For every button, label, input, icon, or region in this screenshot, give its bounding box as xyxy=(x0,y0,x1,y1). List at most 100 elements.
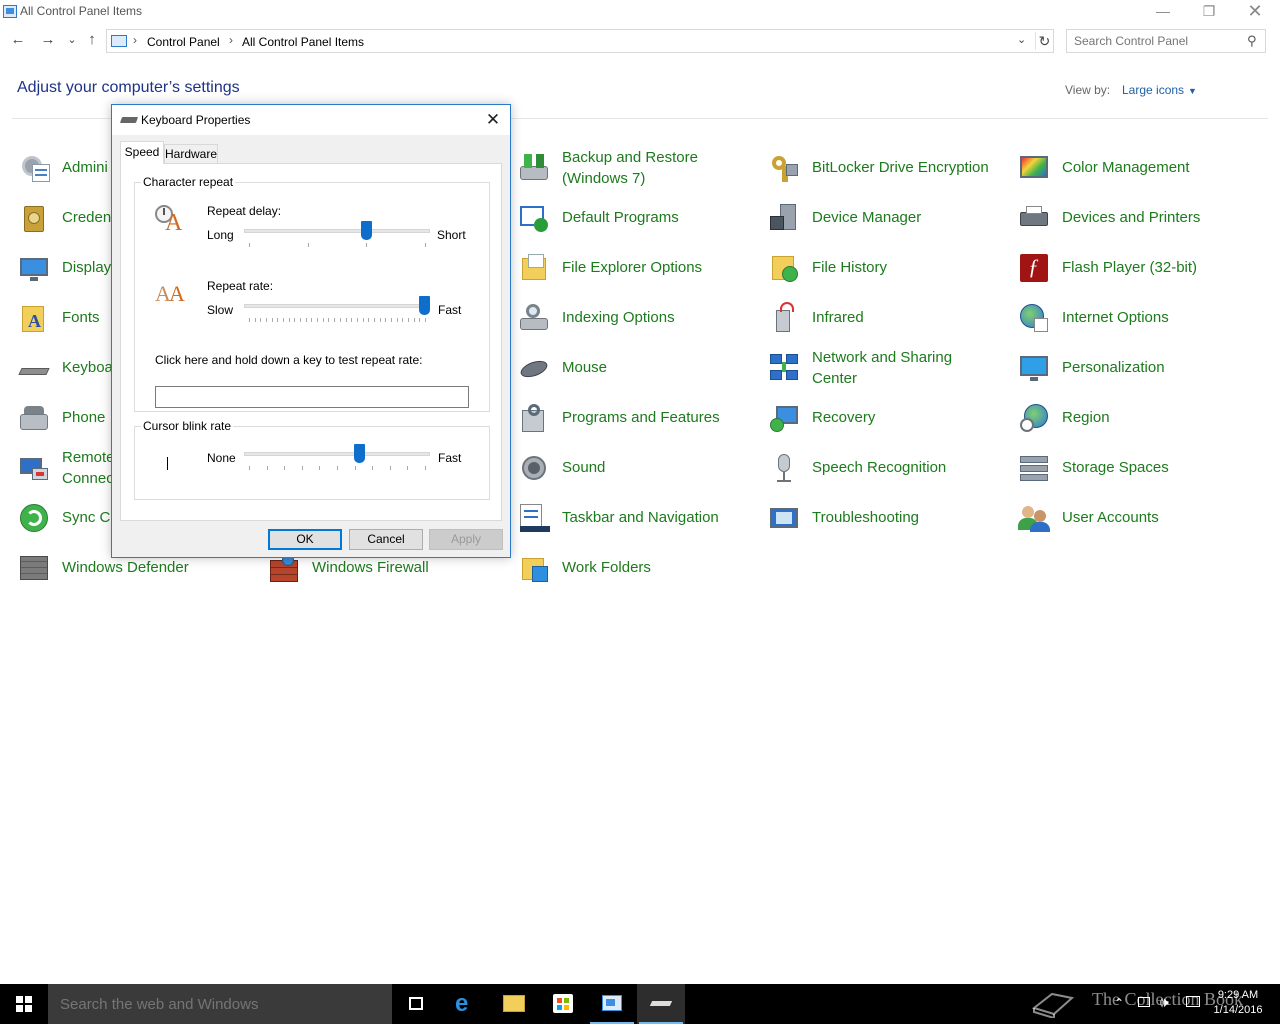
slider-thumb[interactable] xyxy=(354,444,365,463)
ok-button[interactable]: OK xyxy=(268,529,342,550)
window-title: All Control Panel Items xyxy=(20,4,143,18)
item-label: Windows Firewall xyxy=(312,559,429,576)
task-view-icon xyxy=(409,997,423,1010)
slider-tick xyxy=(266,318,267,322)
task-view-button[interactable] xyxy=(392,984,440,1024)
item-bitlocker[interactable]: BitLocker Drive Encryption xyxy=(768,146,1008,190)
sound-icon xyxy=(518,452,550,484)
slider-thumb[interactable] xyxy=(361,221,372,240)
view-by-dropdown[interactable]: Large icons ▼ xyxy=(1122,83,1197,97)
close-button[interactable]: ✕ xyxy=(1232,0,1278,24)
item-devices-printers[interactable]: Devices and Printers xyxy=(1018,196,1258,240)
item-taskbar-navigation[interactable]: Taskbar and Navigation xyxy=(518,496,758,540)
item-mouse[interactable]: Mouse xyxy=(518,346,758,390)
item-indexing-options[interactable]: Indexing Options xyxy=(518,296,758,340)
slider-track[interactable] xyxy=(244,452,430,456)
up-button[interactable]: ↑ xyxy=(82,30,102,50)
item-region[interactable]: Region xyxy=(1018,396,1258,440)
item-default-programs[interactable]: Default Programs xyxy=(518,196,758,240)
repeat-rate-slider[interactable] xyxy=(244,296,430,324)
edge-button[interactable]: e xyxy=(442,984,490,1024)
repeat-delay-slider[interactable] xyxy=(244,221,430,249)
item-label: Sound xyxy=(562,459,606,476)
keyboard-properties-taskbar-button[interactable] xyxy=(637,984,685,1024)
tab-speed[interactable]: Speed xyxy=(120,141,164,164)
refresh-button[interactable]: ↻ xyxy=(1035,32,1053,50)
repeat-delay-max-label: Short xyxy=(437,228,466,242)
device-manager-icon xyxy=(768,202,800,234)
control-panel-taskbar-button[interactable] xyxy=(588,984,636,1024)
slider-tick xyxy=(277,318,278,322)
breadcrumb-control-panel[interactable]: Control Panel xyxy=(147,35,220,49)
tab-hardware[interactable]: Hardware xyxy=(164,144,218,164)
taskbar-navigation-icon xyxy=(518,502,550,534)
network-icon[interactable] xyxy=(1138,997,1150,1007)
item-work-folders[interactable]: Work Folders xyxy=(518,546,758,590)
item-color-management[interactable]: Color Management xyxy=(1018,146,1258,190)
dialog-title: Keyboard Properties xyxy=(141,113,251,127)
search-input[interactable] xyxy=(1074,33,1244,49)
search-box[interactable]: ⚲ xyxy=(1066,29,1266,53)
navigation-bar: ← → ⌄ ↑ › Control Panel › All Control Pa… xyxy=(0,26,1280,54)
taskbar-clock[interactable]: 9:29 AM 1/14/2016 xyxy=(1200,988,1276,1018)
item-infrared[interactable]: Infrared xyxy=(768,296,1008,340)
slider-thumb[interactable] xyxy=(419,296,430,315)
cursor-blink-slider[interactable] xyxy=(244,444,430,472)
sync-center-icon xyxy=(18,502,50,534)
breadcrumb-all-items[interactable]: All Control Panel Items xyxy=(242,35,364,49)
item-storage-spaces[interactable]: Storage Spaces xyxy=(1018,446,1258,490)
item-speech-recognition[interactable]: Speech Recognition xyxy=(768,446,1008,490)
slider-tick xyxy=(346,318,347,322)
item-network-sharing[interactable]: Network and Sharing Center xyxy=(768,346,1008,390)
group-title: Character repeat xyxy=(141,175,236,189)
start-button[interactable] xyxy=(0,984,48,1024)
repeat-rate-max-label: Fast xyxy=(438,303,462,317)
cancel-button[interactable]: Cancel xyxy=(349,529,423,550)
file-explorer-button[interactable] xyxy=(490,984,538,1024)
item-internet-options[interactable]: Internet Options xyxy=(1018,296,1258,340)
slider-track[interactable] xyxy=(244,229,430,233)
minimize-button[interactable]: — xyxy=(1140,0,1186,24)
item-sound[interactable]: Sound xyxy=(518,446,758,490)
apply-button[interactable]: Apply xyxy=(429,529,503,550)
store-button[interactable] xyxy=(539,984,587,1024)
item-device-manager[interactable]: Device Manager xyxy=(768,196,1008,240)
item-file-explorer-options[interactable]: File Explorer Options xyxy=(518,246,758,290)
slider-tick xyxy=(366,243,367,247)
item-programs-features[interactable]: Programs and Features xyxy=(518,396,758,440)
remoteapp-icon xyxy=(18,452,50,484)
volume-icon[interactable]: 🕪 xyxy=(1160,994,1169,1011)
maximize-button[interactable]: ❐ xyxy=(1186,0,1232,24)
item-user-accounts[interactable]: User Accounts xyxy=(1018,496,1258,540)
taskbar-search-box[interactable] xyxy=(48,984,392,1024)
slider-tick xyxy=(363,318,364,322)
item-file-history[interactable]: File History xyxy=(768,246,1008,290)
item-recovery[interactable]: Recovery xyxy=(768,396,1008,440)
item-label: Region xyxy=(1062,409,1110,426)
troubleshooting-icon xyxy=(768,502,800,534)
slider-tick xyxy=(372,466,373,470)
back-button[interactable]: ← xyxy=(8,30,28,50)
search-icon[interactable]: ⚲ xyxy=(1247,33,1257,49)
item-troubleshooting[interactable]: Troubleshooting xyxy=(768,496,1008,540)
recovery-icon xyxy=(768,402,800,434)
slider-track[interactable] xyxy=(244,304,430,308)
slider-tick xyxy=(368,318,369,322)
slider-tick xyxy=(255,318,256,322)
dialog-close-button[interactable]: ✕ xyxy=(478,109,508,131)
item-label: BitLocker Drive Encryption xyxy=(812,159,989,176)
taskbar-search-input[interactable] xyxy=(60,995,380,1013)
item-personalization[interactable]: Personalization xyxy=(1018,346,1258,390)
slider-tick xyxy=(337,466,338,470)
item-flash-player[interactable]: ƒ Flash Player (32-bit) xyxy=(1018,246,1258,290)
recent-locations-button[interactable]: ⌄ xyxy=(62,30,82,50)
address-bar[interactable]: › Control Panel › All Control Panel Item… xyxy=(106,29,1054,53)
action-center-icon[interactable] xyxy=(1186,996,1200,1007)
forward-button[interactable]: → xyxy=(38,30,58,50)
windows-defender-icon xyxy=(18,552,50,584)
address-dropdown-button[interactable]: ⌄ xyxy=(1017,33,1026,46)
show-hidden-icons-button[interactable]: ⌃ xyxy=(1114,996,1124,1010)
test-repeat-input[interactable] xyxy=(156,387,468,407)
item-label: Personalization xyxy=(1062,359,1165,376)
item-backup-restore[interactable]: Backup and Restore (Windows 7) xyxy=(518,146,758,190)
